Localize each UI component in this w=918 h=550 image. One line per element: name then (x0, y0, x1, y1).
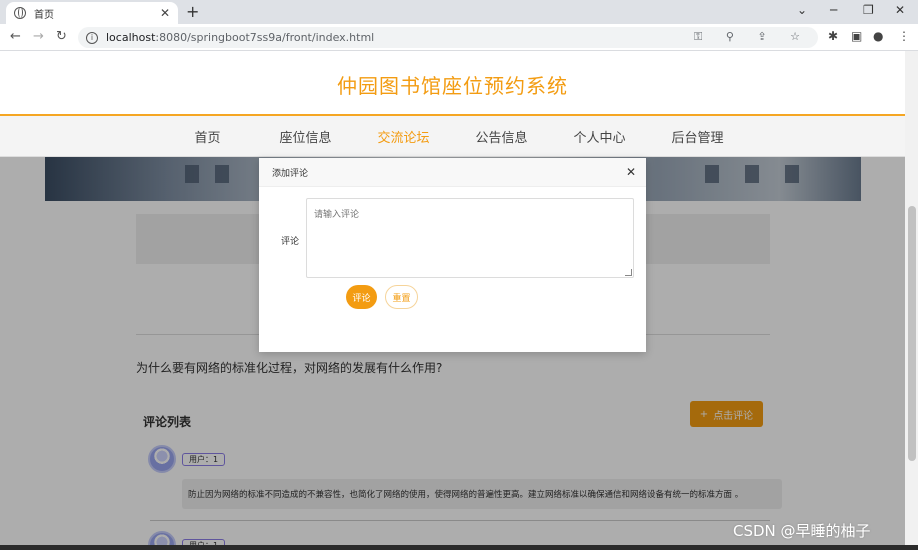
nav-profile[interactable]: 个人中心 (551, 127, 649, 146)
nav-home[interactable]: 首页 (159, 127, 257, 146)
dialog-header: 添加评论 (259, 158, 646, 187)
nav-seats[interactable]: 座位信息 (257, 127, 355, 146)
watermark: CSDN @早睡的柚子 (733, 522, 871, 540)
taskbar (0, 545, 918, 550)
tab-title: 首页 (34, 9, 54, 21)
address-bar-row: ← → ↻ i localhost :8080/springboot7ss9a/… (0, 24, 918, 51)
resize-handle[interactable] (625, 269, 632, 276)
add-comment-dialog: 添加评论 ✕ 评论 评论 重置 (259, 158, 646, 352)
close-window-button[interactable]: ✕ (895, 3, 905, 17)
omnibox-icons[interactable]: ⚿ ⚲ ⇪ ☆ (694, 30, 810, 44)
tab-search-icon[interactable]: ⌄ (797, 3, 807, 17)
extensions-icon[interactable]: ✱ (828, 29, 838, 43)
info-icon[interactable]: i (86, 31, 98, 44)
sidepanel-icon[interactable]: ▣ (851, 29, 862, 43)
profile-icon[interactable]: ● (873, 29, 883, 43)
site-title: 仲园图书馆座位预约系统 (337, 74, 568, 98)
url-bar[interactable]: i localhost :8080/springboot7ss9a/front/… (78, 27, 818, 48)
globe-icon (14, 7, 26, 19)
reset-button[interactable]: 重置 (385, 285, 418, 309)
url-host: localhost (106, 31, 156, 44)
nav-notices[interactable]: 公告信息 (453, 127, 551, 146)
restore-button[interactable]: ❐ (863, 3, 874, 17)
comment-field-label: 评论 (281, 237, 300, 247)
nav-admin[interactable]: 后台管理 (649, 127, 747, 146)
menu-icon[interactable]: ⋮ (898, 29, 910, 43)
main-nav: 首页 座位信息 交流论坛 公告信息 个人中心 后台管理 (0, 116, 905, 157)
new-tab-button[interactable]: + (186, 2, 199, 21)
comment-textarea[interactable] (306, 198, 634, 278)
close-icon[interactable]: ✕ (626, 165, 636, 179)
scrollbar-thumb[interactable] (908, 206, 916, 461)
reload-icon[interactable]: ↻ (56, 29, 67, 44)
minimize-button[interactable]: ─ (830, 3, 837, 17)
nav-forum[interactable]: 交流论坛 (355, 127, 453, 146)
dialog-title: 添加评论 (272, 168, 309, 179)
browser-tab[interactable]: 首页 ✕ (6, 2, 178, 24)
forward-icon[interactable]: → (33, 29, 44, 44)
page: 仲园图书馆座位预约系统 首页 座位信息 交流论坛 公告信息 个人中心 后台管理 … (0, 51, 905, 550)
tab-close-icon[interactable]: ✕ (160, 6, 170, 20)
back-icon[interactable]: ← (10, 29, 21, 44)
submit-comment-button[interactable]: 评论 (346, 285, 377, 309)
site-header: 仲园图书馆座位预约系统 (0, 51, 905, 116)
browser-tab-bar: 首页 ✕ + ⌄ ─ ❐ ✕ (0, 0, 918, 24)
url-path: :8080/springboot7ss9a/front/index.html (155, 31, 375, 44)
